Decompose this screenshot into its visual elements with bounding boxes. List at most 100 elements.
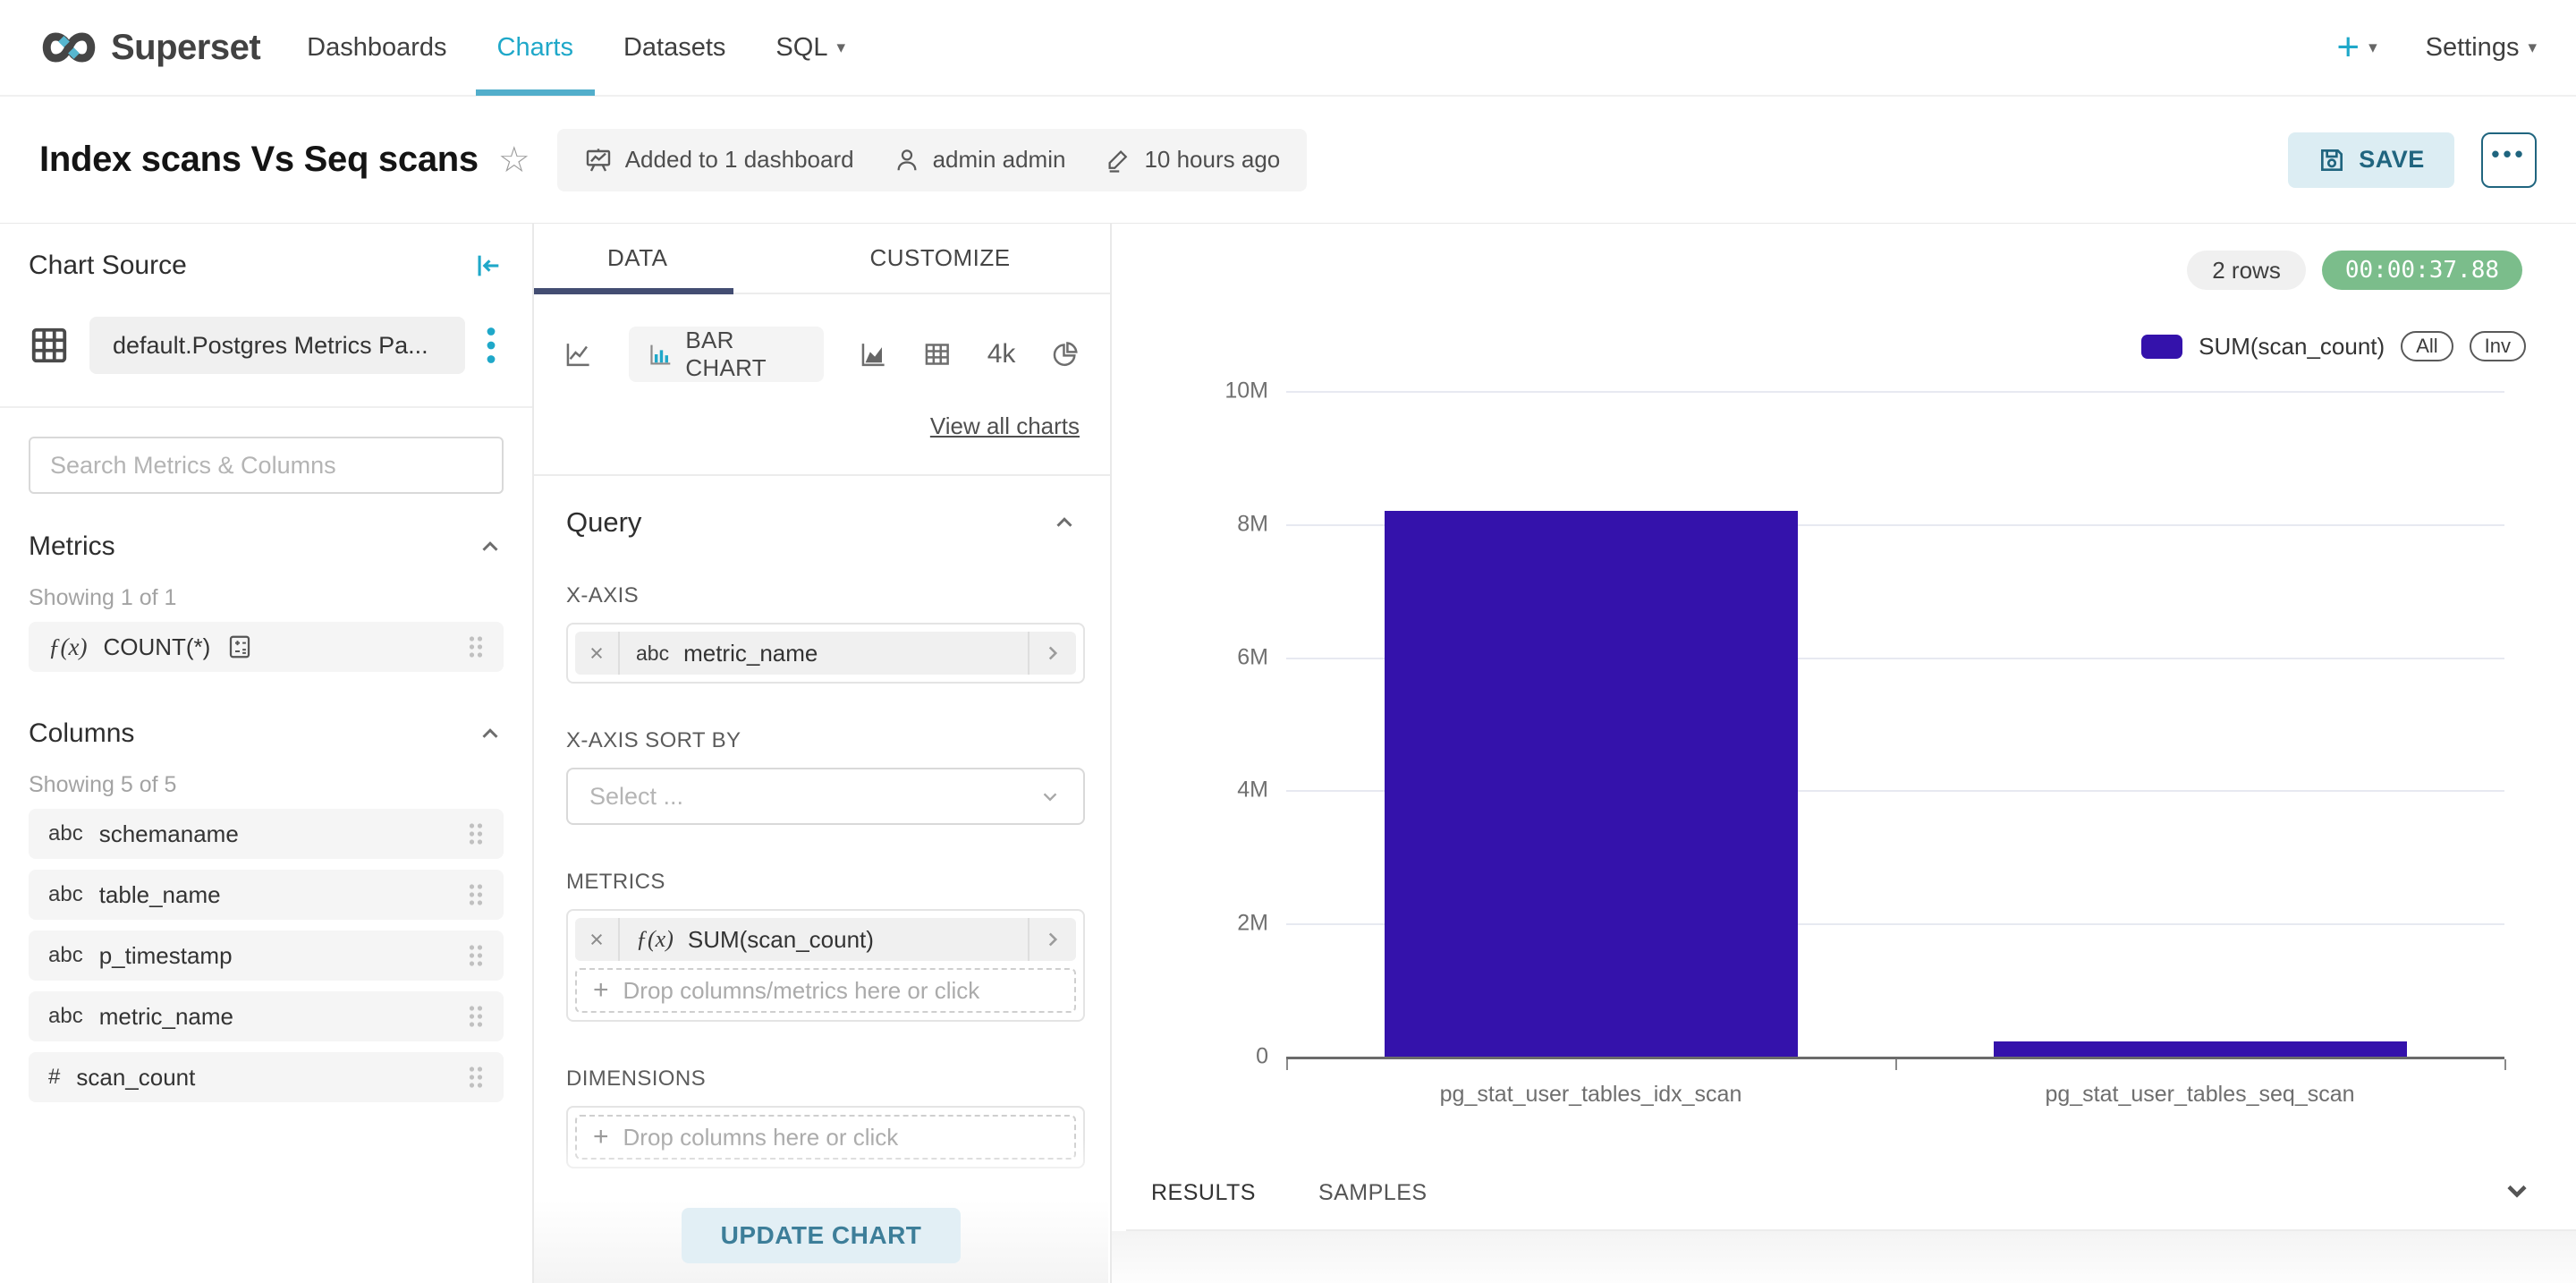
caret-down-icon: ▾ xyxy=(836,38,845,58)
viz-type-bar-chart[interactable]: BAR CHART xyxy=(629,327,824,382)
chevron-up-icon[interactable] xyxy=(477,533,504,560)
column-type-prefix: abc xyxy=(48,882,83,907)
favorite-star-icon[interactable]: ☆ xyxy=(498,140,530,181)
y-axis-tick-label: 4M xyxy=(1197,777,1268,803)
columns-showing-count: Showing 5 of 5 xyxy=(29,772,504,798)
columns-list: abcschemanameabctable_nameabcp_timestamp… xyxy=(29,809,504,1102)
superset-logo[interactable]: Superset xyxy=(39,28,260,68)
collapse-results-chevron-icon[interactable] xyxy=(2501,1175,2533,1207)
bar-chart-canvas: 02M4M6M8M10Mpg_stat_user_tables_idx_scan… xyxy=(1112,224,2576,1283)
pencil-icon xyxy=(1105,147,1131,174)
chevron-up-icon[interactable] xyxy=(477,720,504,747)
settings-menu[interactable]: Settings▾ xyxy=(2426,33,2537,63)
metrics-showing-count: Showing 1 of 1 xyxy=(29,585,504,611)
x-axis-sort-select[interactable]: Select ... xyxy=(566,768,1085,825)
gridline xyxy=(1286,391,2504,393)
column-item-label: table_name xyxy=(99,881,221,909)
column-type-prefix: abc xyxy=(48,821,83,846)
y-axis-tick-label: 6M xyxy=(1197,644,1268,670)
drag-handle-icon[interactable] xyxy=(468,1003,484,1030)
view-all-charts-link[interactable]: View all charts xyxy=(534,412,1110,440)
metrics-section-title: Metrics xyxy=(29,531,115,562)
update-chart-button[interactable]: UPDATE CHART xyxy=(682,1208,961,1263)
metrics-dropzone[interactable]: + Drop columns/metrics here or click xyxy=(575,968,1076,1013)
column-item[interactable]: abc table_name xyxy=(29,870,504,920)
remove-icon[interactable]: × xyxy=(575,632,620,675)
bar-pg_stat_user_tables_idx_scan[interactable] xyxy=(1385,511,1798,1057)
column-item-label: p_timestamp xyxy=(99,942,233,970)
drag-handle-icon[interactable] xyxy=(468,942,484,969)
dataset-options-icon[interactable] xyxy=(485,326,497,365)
tab-samples[interactable]: SAMPLES xyxy=(1318,1180,1428,1206)
query-section-title: Query xyxy=(566,506,641,539)
area-chart-icon[interactable] xyxy=(860,338,888,370)
column-item-label: scan_count xyxy=(76,1064,195,1092)
active-tab-underline xyxy=(534,288,733,294)
metric-item-label: COUNT(*) xyxy=(103,633,210,661)
user-icon xyxy=(894,147,920,174)
bar-pg_stat_user_tables_seq_scan[interactable] xyxy=(1994,1041,2407,1057)
controls-panel: DATA CUSTOMIZE BAR CHART xyxy=(534,224,1112,1283)
bar-chart-icon xyxy=(648,340,674,369)
owner-meta[interactable]: admin admin xyxy=(894,146,1066,174)
metric-value-pill[interactable]: × ƒ(x) SUM(scan_count) xyxy=(575,918,1076,961)
column-item[interactable]: abc metric_name xyxy=(29,991,504,1041)
columns-section-title: Columns xyxy=(29,718,134,749)
chevron-right-icon[interactable] xyxy=(1028,918,1076,961)
modified-meta[interactable]: 10 hours ago xyxy=(1105,146,1280,174)
pie-chart-icon[interactable] xyxy=(1051,338,1080,370)
chart-meta: Added to 1 dashboard admin admin 10 hour… xyxy=(557,129,1308,191)
divider xyxy=(534,474,1110,476)
column-item-label: metric_name xyxy=(99,1003,233,1031)
dashboard-icon xyxy=(584,146,613,174)
column-item[interactable]: abcp_timestamp xyxy=(29,930,504,981)
nav-charts[interactable]: Charts xyxy=(472,0,598,96)
x-axis-tick xyxy=(1286,1059,1288,1070)
chart-panel: 2 rows 00:00:37.88 SUM(scan_count) All I… xyxy=(1112,224,2576,1283)
new-item-button[interactable]: +▾ xyxy=(2336,25,2377,70)
navbar: Superset Dashboards Charts Datasets SQL▾… xyxy=(0,0,2576,97)
x-axis-tick xyxy=(1895,1059,1897,1070)
caret-down-icon: ▾ xyxy=(2368,38,2377,58)
metric-value: SUM(scan_count) xyxy=(688,926,874,954)
more-actions-button[interactable]: ••• xyxy=(2481,132,2537,188)
nav-dashboards[interactable]: Dashboards xyxy=(282,0,471,96)
chevron-up-icon[interactable] xyxy=(1051,509,1078,536)
drag-handle-icon[interactable] xyxy=(468,633,484,660)
metrics-field: × ƒ(x) SUM(scan_count) + Drop columns/me… xyxy=(566,909,1085,1022)
dimensions-label: DIMENSIONS xyxy=(566,1066,1078,1092)
tab-results[interactable]: RESULTS xyxy=(1151,1180,1256,1206)
drag-handle-icon[interactable] xyxy=(468,820,484,847)
dashboards-meta[interactable]: Added to 1 dashboard xyxy=(584,146,854,174)
function-prefix: ƒ(x) xyxy=(636,926,674,953)
save-button[interactable]: SAVE xyxy=(2288,132,2454,188)
remove-icon[interactable]: × xyxy=(575,918,620,961)
controls-footer: UPDATE CHART xyxy=(534,1140,1108,1283)
x-axis-sort-label: X-AXIS SORT BY xyxy=(566,728,1078,753)
column-item[interactable]: #scan_count xyxy=(29,1052,504,1102)
dataset-name[interactable]: default.Postgres Metrics Pa... xyxy=(89,317,465,374)
function-prefix: ƒ(x) xyxy=(48,633,87,661)
collapse-panel-icon[interactable] xyxy=(473,251,504,281)
results-body xyxy=(1112,1231,2576,1283)
chevron-down-icon xyxy=(1038,785,1062,808)
line-chart-icon[interactable] xyxy=(564,338,593,370)
column-item[interactable]: abc schemaname xyxy=(29,809,504,859)
chevron-right-icon[interactable] xyxy=(1028,632,1076,675)
metric-item[interactable]: ƒ(x) COUNT(*) xyxy=(29,622,504,672)
drag-handle-icon[interactable] xyxy=(468,1064,484,1091)
tab-data[interactable]: DATA xyxy=(607,224,667,293)
x-axis-value-pill[interactable]: × abc metric_name xyxy=(575,632,1076,675)
nav-sql[interactable]: SQL▾ xyxy=(750,0,870,96)
viz-type-4k[interactable]: 4k xyxy=(987,339,1016,370)
datasource-panel: Chart Source default.Postgres Metrics Pa… xyxy=(0,224,534,1283)
calculator-icon xyxy=(226,633,253,660)
column-type-prefix: abc xyxy=(48,1004,83,1029)
tab-customize[interactable]: CUSTOMIZE xyxy=(869,224,1010,293)
search-input[interactable] xyxy=(29,437,504,494)
drag-handle-icon[interactable] xyxy=(468,881,484,908)
table-icon[interactable] xyxy=(923,338,952,370)
dataset-table-icon xyxy=(29,325,70,366)
nav-datasets[interactable]: Datasets xyxy=(598,0,750,96)
column-item-label: schemaname xyxy=(99,820,239,848)
